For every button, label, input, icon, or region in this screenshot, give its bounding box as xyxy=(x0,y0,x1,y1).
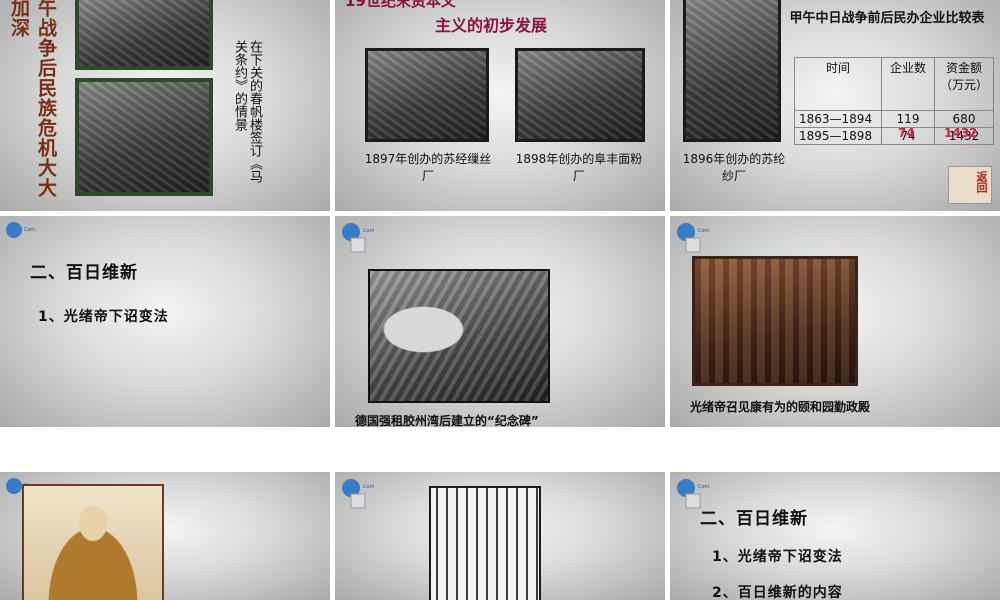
guangxu-emperor-portrait xyxy=(22,484,164,600)
slide-thumbnail-8[interactable]: Com xyxy=(335,472,665,600)
slide-thumbnail-9[interactable]: Com 二、百日维新 1、光绪帝下诏变法 2、百日维新的内容 xyxy=(670,472,1000,600)
qinzheng-hall-photo xyxy=(692,256,858,386)
slide-title: 主义的初步发展 xyxy=(435,16,548,35)
shunpanro-building-photo xyxy=(75,78,213,196)
flour-mill-caption: 1898年创办的阜丰面粉厂 xyxy=(515,152,643,183)
flour-mill-photo xyxy=(515,48,645,142)
col-header-capital: 资金额（万元） xyxy=(934,57,994,111)
slide-thumbnail-7[interactable]: Com xyxy=(0,472,330,600)
svg-text:Com: Com xyxy=(363,484,375,490)
svg-text:Com: Com xyxy=(363,228,375,234)
return-button[interactable]: 返回 xyxy=(948,166,992,204)
silk-factory-caption: 1897年创办的苏经缫丝厂 xyxy=(364,152,492,183)
site-logo-icon: Com xyxy=(6,222,36,238)
cotton-mill-photo xyxy=(683,0,781,142)
silk-factory-photo xyxy=(365,48,489,142)
section-heading: 二、百日维新 xyxy=(30,263,138,283)
table-cell: 119 xyxy=(881,110,935,128)
highlight-count: 74 xyxy=(898,126,915,140)
return-label: 返回 xyxy=(975,171,988,193)
section-heading: 二、百日维新 xyxy=(700,509,808,529)
list-item-1: 1、光绪帝下诏变法 xyxy=(712,549,843,565)
highlight-capital: 1432 xyxy=(944,126,978,140)
imperial-edict-document xyxy=(429,486,541,600)
treaty-signing-photo xyxy=(75,0,213,70)
slide-thumbnail-3[interactable]: 1896年创办的苏纶纱厂 甲午中日战争前后民办企业比较表 时间 企业数 资金额（… xyxy=(670,0,1000,211)
photo-caption: 在下关的春帆楼签订《马关条约》的情景 xyxy=(232,40,262,183)
slide-thumbnail-1[interactable]: 午战争后民族危机大大加深 在下关的春帆楼签订《马关条约》的情景 xyxy=(0,0,330,211)
table-cell: 680 xyxy=(934,110,994,128)
col-header-period: 时间 xyxy=(794,57,882,111)
slide-thumbnail-6[interactable]: Com 光绪帝召见康有为的颐和园勤政殿 xyxy=(670,216,1000,427)
slide-thumbnail-2[interactable]: 19世纪末资本义 主义的初步发展 1897年创办的苏经缫丝厂 1898年创办的阜… xyxy=(335,0,665,211)
hall-caption: 光绪帝召见康有为的颐和园勤政殿 xyxy=(690,400,871,414)
site-logo-icon: Com xyxy=(342,223,375,253)
list-item-2: 2、百日维新的内容 xyxy=(712,585,843,600)
table-cell: 1895—1898 xyxy=(794,127,882,145)
monument-caption: 德国强租胶州湾后建立的“纪念碑” xyxy=(355,414,539,427)
svg-text:Com: Com xyxy=(698,228,710,234)
list-item-1: 1、光绪帝下诏变法 xyxy=(38,309,169,325)
table-title: 甲午中日战争前后民办企业比较表 xyxy=(789,11,985,26)
slide-title-partial: 19世纪末资本义 xyxy=(345,0,456,10)
cotton-mill-caption: 1896年创办的苏纶纱厂 xyxy=(682,152,786,183)
svg-text:Com: Com xyxy=(24,227,36,233)
monument-rock-photo xyxy=(368,269,550,403)
table-cell: 1863—1894 xyxy=(794,110,882,128)
col-header-count: 企业数 xyxy=(881,57,935,111)
site-logo-icon: Com xyxy=(677,223,710,253)
slide-thumbnail-4[interactable]: Com 二、百日维新 1、光绪帝下诏变法 xyxy=(0,216,330,427)
site-logo-icon: Com xyxy=(342,479,375,509)
slide-thumbnail-5[interactable]: Com 德国强租胶州湾后建立的“纪念碑” xyxy=(335,216,665,427)
slide-title: 午战争后民族危机大大加深 xyxy=(8,0,57,198)
svg-text:Com: Com xyxy=(698,484,710,490)
